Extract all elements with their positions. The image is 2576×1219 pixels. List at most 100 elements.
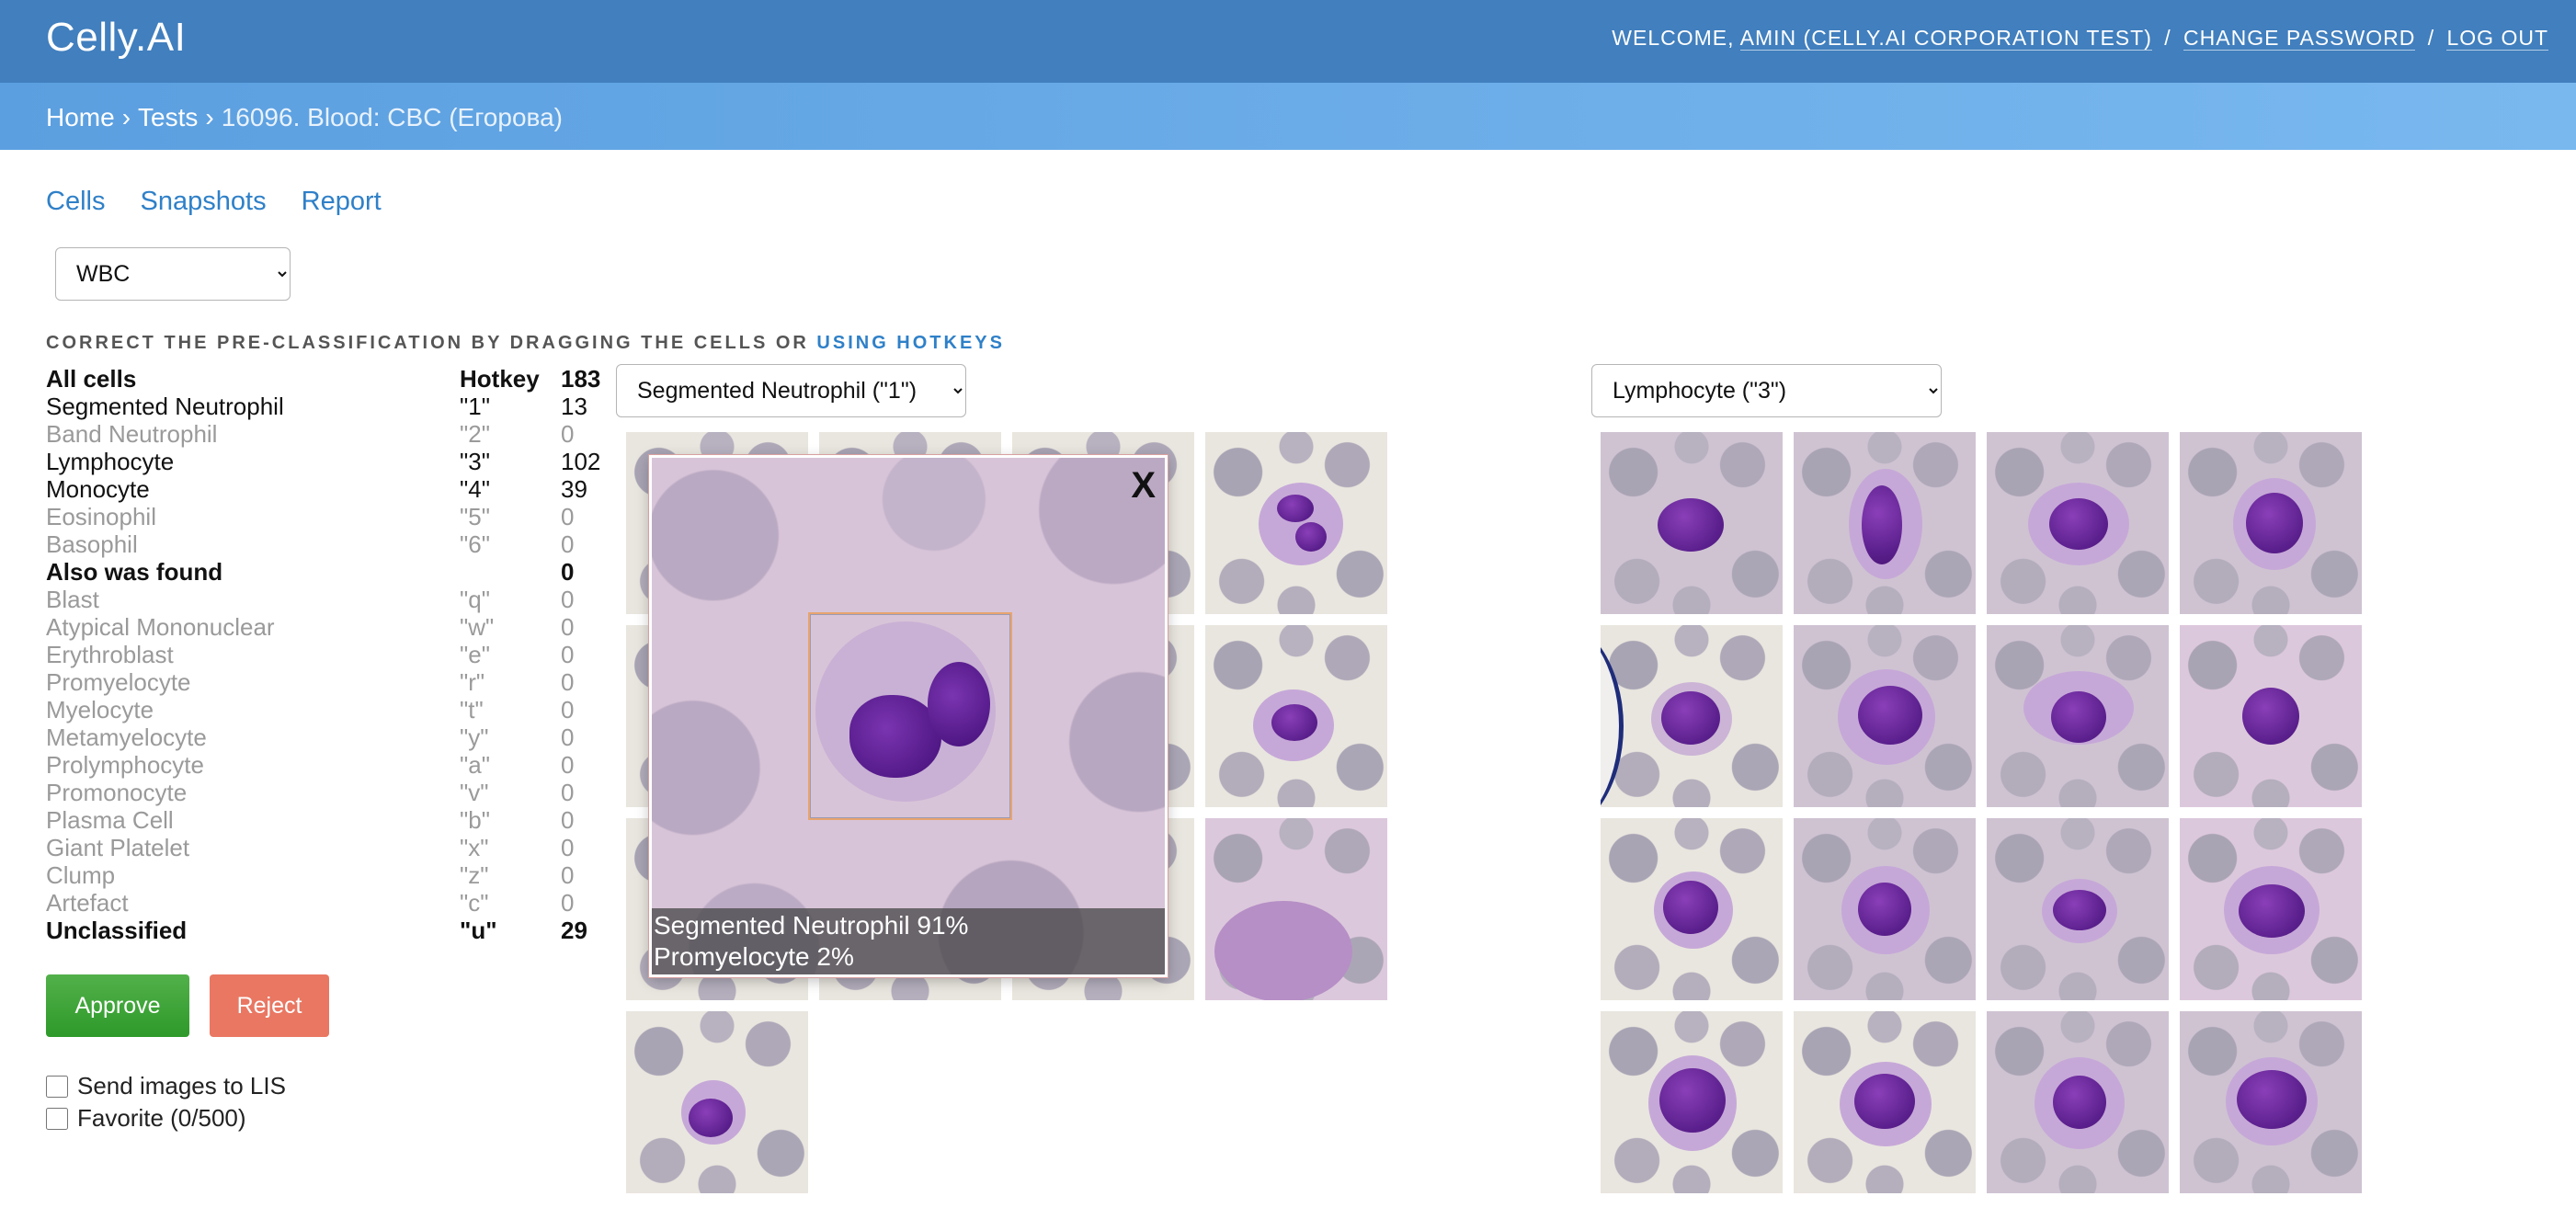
table-row[interactable]: Metamyelocyte "y" 0 bbox=[46, 723, 616, 751]
cell-thumbnail[interactable] bbox=[1205, 432, 1387, 614]
cell-thumbnail[interactable] bbox=[2180, 1011, 2362, 1193]
change-password-link[interactable]: Change password bbox=[2183, 26, 2416, 51]
cell-thumbnail[interactable] bbox=[1987, 625, 2169, 807]
separator: / bbox=[2164, 26, 2171, 50]
reject-button[interactable]: Reject bbox=[210, 974, 329, 1037]
class-name: Artefact bbox=[46, 889, 129, 917]
send-lis-label: Send images to LIS bbox=[77, 1072, 286, 1099]
class-count: 13 bbox=[561, 393, 587, 420]
cell-thumbnail[interactable] bbox=[1601, 432, 1783, 614]
class-count: 0 bbox=[561, 641, 575, 668]
cell-thumbnail[interactable] bbox=[1601, 818, 1783, 1000]
tab-report[interactable]: Report bbox=[302, 187, 382, 216]
class-name: Eosinophil bbox=[46, 503, 156, 530]
class-name: Prolymphocyte bbox=[46, 751, 204, 779]
tab-cells[interactable]: Cells bbox=[46, 187, 105, 216]
class-count: 0 bbox=[561, 889, 575, 917]
cell-thumbnail[interactable] bbox=[1987, 818, 2169, 1000]
table-row[interactable]: Erythroblast "e" 0 bbox=[46, 641, 616, 668]
cell-thumbnail[interactable] bbox=[2180, 818, 2362, 1000]
table-row[interactable]: Band Neutrophil "2" 0 bbox=[46, 420, 616, 448]
cell-thumbnail[interactable] bbox=[1794, 432, 1976, 614]
cell-thumbnail[interactable] bbox=[1601, 625, 1783, 807]
class-name: Blast bbox=[46, 586, 99, 613]
left-class-select[interactable]: Segmented Neutrophil ("1") bbox=[616, 364, 966, 417]
close-icon[interactable]: X bbox=[1131, 465, 1156, 507]
log-out-link[interactable]: Log out bbox=[2446, 26, 2548, 51]
instruction-label: Correct the pre-classification by draggi… bbox=[46, 333, 809, 353]
class-name: Basophil bbox=[46, 530, 138, 558]
send-lis-checkbox[interactable] bbox=[46, 1075, 68, 1098]
table-row[interactable]: Promonocyte "v" 0 bbox=[46, 779, 616, 806]
class-count-table: All cells Hotkey 183 Segmented Neutrophi… bbox=[46, 365, 616, 944]
class-name: Clump bbox=[46, 861, 116, 889]
table-row[interactable]: Atypical Mononuclear "w" 0 bbox=[46, 613, 616, 641]
right-class-select[interactable]: Lymphocyte ("3") bbox=[1591, 364, 1942, 417]
favorite-label: Favorite (0/500) bbox=[77, 1104, 246, 1132]
class-count: 102 bbox=[561, 448, 601, 475]
user-tools: Welcome, Amin (Celly.AI Corporation Test… bbox=[1612, 26, 2548, 51]
approve-button[interactable]: Approve bbox=[46, 974, 189, 1037]
send-lis-row[interactable]: Send images to LIS bbox=[46, 1072, 286, 1100]
class-count: 0 bbox=[561, 806, 575, 834]
cell-thumbnail[interactable] bbox=[1794, 1011, 1976, 1193]
class-hotkey: "6" bbox=[460, 530, 490, 558]
class-hotkey: "r" bbox=[460, 668, 485, 696]
prediction-primary: Segmented Neutrophil 91% bbox=[654, 911, 969, 940]
tab-snapshots[interactable]: Snapshots bbox=[141, 187, 267, 216]
table-row[interactable]: Unclassified "u" 29 bbox=[46, 917, 616, 944]
table-row[interactable]: Promyelocyte "r" 0 bbox=[46, 668, 616, 696]
class-name: Plasma Cell bbox=[46, 806, 174, 834]
table-row[interactable]: Artefact "c" 0 bbox=[46, 889, 616, 917]
favorite-checkbox[interactable] bbox=[46, 1107, 68, 1130]
class-count: 0 bbox=[561, 696, 575, 723]
cell-thumbnail[interactable] bbox=[626, 1011, 808, 1193]
class-count: 0 bbox=[561, 558, 575, 586]
prediction-labels: Segmented Neutrophil 91% Promyelocyte 2% bbox=[652, 908, 1165, 974]
cell-thumbnail[interactable] bbox=[2180, 432, 2362, 614]
cell-thumbnail[interactable] bbox=[1205, 625, 1387, 807]
class-hotkey: "a" bbox=[460, 751, 490, 779]
table-row[interactable]: Giant Platelet "x" 0 bbox=[46, 834, 616, 861]
class-hotkey: "2" bbox=[460, 420, 490, 448]
class-name: Promyelocyte bbox=[46, 668, 191, 696]
cell-thumbnail[interactable] bbox=[1987, 1011, 2169, 1193]
class-count: 0 bbox=[561, 668, 575, 696]
table-row[interactable]: Lymphocyte "3" 102 bbox=[46, 448, 616, 475]
class-hotkey: "v" bbox=[460, 779, 489, 806]
all-cells-label: All cells bbox=[46, 365, 137, 393]
table-row[interactable]: Segmented Neutrophil "1" 13 bbox=[46, 393, 616, 420]
table-row[interactable]: Blast "q" 0 bbox=[46, 586, 616, 613]
cell-thumbnail[interactable] bbox=[2180, 625, 2362, 807]
class-hotkey: "4" bbox=[460, 475, 490, 503]
prediction-secondary: Promyelocyte 2% bbox=[654, 942, 854, 971]
table-row[interactable]: Clump "z" 0 bbox=[46, 861, 616, 889]
table-row[interactable]: Monocyte "4" 39 bbox=[46, 475, 616, 503]
user-name-link[interactable]: Amin (Celly.AI Corporation Test) bbox=[1739, 26, 2152, 51]
table-row[interactable]: Plasma Cell "b" 0 bbox=[46, 806, 616, 834]
cell-thumbnail[interactable] bbox=[1794, 625, 1976, 807]
table-header-row: All cells Hotkey 183 bbox=[46, 365, 616, 393]
class-count: 39 bbox=[561, 475, 587, 503]
favorite-row[interactable]: Favorite (0/500) bbox=[46, 1104, 246, 1133]
class-count: 0 bbox=[561, 530, 575, 558]
class-hotkey: "z" bbox=[460, 861, 489, 889]
brand-logo[interactable]: Celly.AI bbox=[46, 15, 186, 61]
cell-type-select[interactable]: WBC bbox=[55, 247, 291, 301]
cell-thumbnail[interactable] bbox=[1601, 1011, 1783, 1193]
hotkeys-link[interactable]: using hotkeys bbox=[816, 333, 1005, 353]
table-row[interactable]: Prolymphocyte "a" 0 bbox=[46, 751, 616, 779]
class-count: 0 bbox=[561, 861, 575, 889]
class-count: 0 bbox=[561, 751, 575, 779]
breadcrumb-tests[interactable]: Tests bbox=[138, 103, 198, 131]
class-name: Lymphocyte bbox=[46, 448, 175, 475]
view-tabs: Cells Snapshots Report bbox=[46, 187, 409, 217]
cell-thumbnail[interactable] bbox=[1794, 818, 1976, 1000]
cell-thumbnail[interactable] bbox=[1987, 432, 2169, 614]
table-row[interactable]: Myelocyte "t" 0 bbox=[46, 696, 616, 723]
breadcrumb-home[interactable]: Home bbox=[46, 103, 115, 131]
hotkey-header: Hotkey bbox=[460, 365, 540, 393]
cell-thumbnail[interactable] bbox=[1205, 818, 1387, 1000]
table-row[interactable]: Basophil "6" 0 bbox=[46, 530, 616, 558]
table-row[interactable]: Eosinophil "5" 0 bbox=[46, 503, 616, 530]
